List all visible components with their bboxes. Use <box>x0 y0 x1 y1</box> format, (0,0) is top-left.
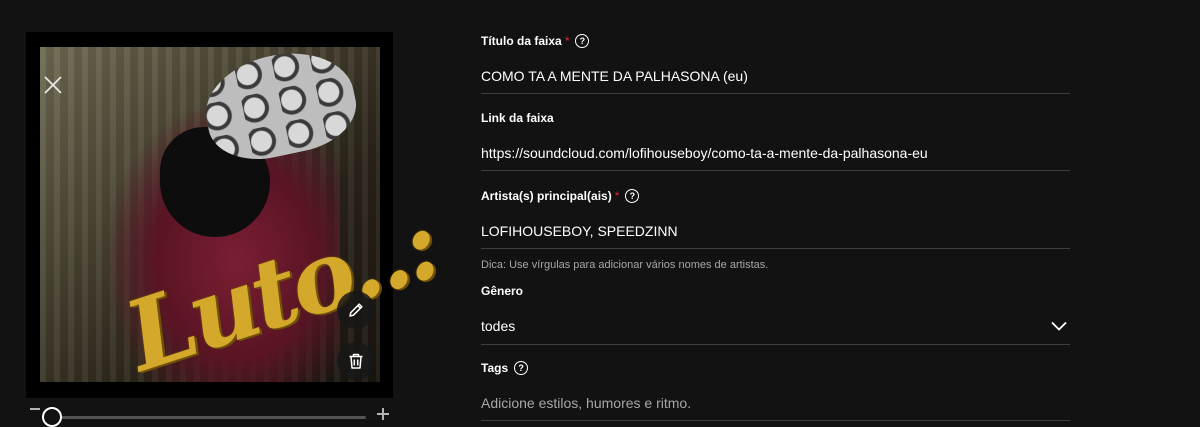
genre-label: Gênero <box>481 284 524 298</box>
artists-hint: Dica: Use vírgulas para adicionar vários… <box>481 259 769 271</box>
help-icon[interactable]: ? <box>625 189 640 203</box>
zoom-in-icon[interactable] <box>377 408 389 420</box>
tags-label: Tags <box>481 361 509 375</box>
trash-icon <box>349 353 363 369</box>
genre-value: todes <box>481 318 516 334</box>
delete-artwork-button[interactable] <box>337 342 375 380</box>
main-artists-field: Artista(s) principal(ais) * ? Dica: Use … <box>481 187 1070 271</box>
track-link-input[interactable] <box>481 135 1070 171</box>
genre-field: Gênero todes <box>481 282 1070 345</box>
edit-artwork-button[interactable] <box>337 291 375 329</box>
required-mark: * <box>564 34 570 48</box>
required-mark: * <box>614 189 620 203</box>
tags-input[interactable] <box>481 385 1070 421</box>
pencil-icon <box>349 303 363 317</box>
chevron-down-icon <box>1050 317 1068 335</box>
main-artists-input[interactable] <box>481 213 1070 249</box>
genre-select[interactable]: todes <box>481 308 1070 345</box>
track-title-label: Título da faixa <box>481 34 562 48</box>
close-icon <box>44 76 62 94</box>
zoom-slider[interactable] <box>42 416 366 419</box>
zoom-slider-handle[interactable] <box>42 407 62 427</box>
help-icon[interactable]: ? <box>514 361 529 375</box>
help-icon[interactable]: ? <box>575 34 590 48</box>
remove-artwork-button[interactable] <box>38 70 68 100</box>
track-link-label: Link da faixa <box>481 111 554 125</box>
track-title-input[interactable] <box>481 58 1070 94</box>
tags-field: Tags ? <box>481 359 1070 421</box>
zoom-out-icon[interactable] <box>30 408 40 410</box>
track-link-field: Link da faixa <box>481 109 1070 171</box>
main-artists-label: Artista(s) principal(ais) <box>481 189 612 203</box>
track-title-field: Título da faixa * ? <box>481 32 1070 94</box>
